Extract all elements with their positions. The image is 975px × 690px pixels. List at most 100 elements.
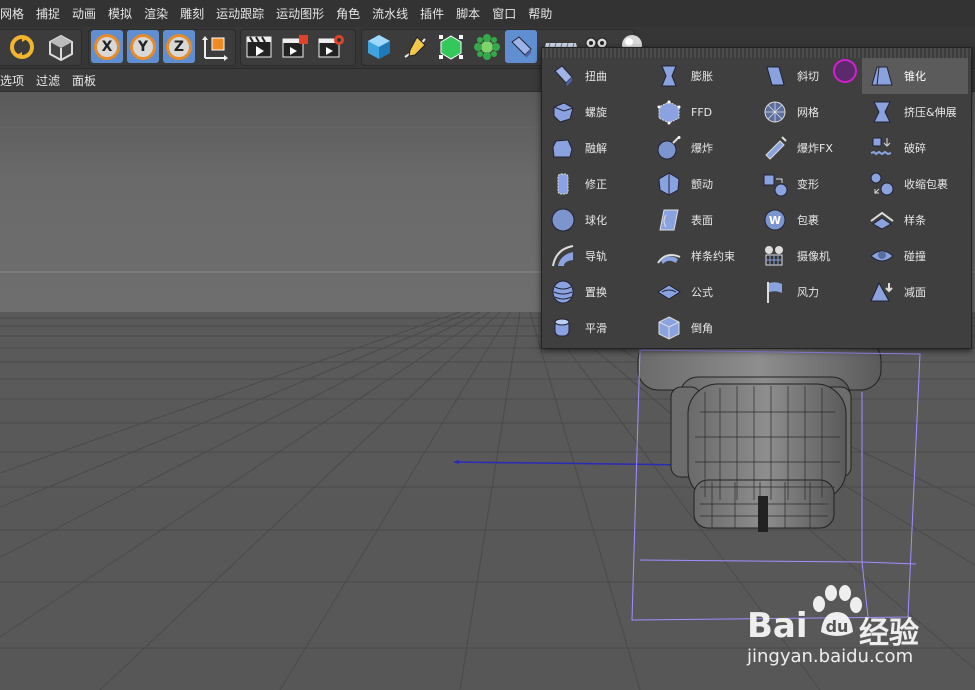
deformer-wrap[interactable]: W 包裹	[755, 202, 861, 238]
axis-z-button[interactable]: Z	[163, 30, 195, 63]
mograph-cloner-icon[interactable]	[471, 30, 503, 63]
polygon-reduction-icon	[868, 278, 896, 306]
deformer-wind[interactable]: 风力	[755, 274, 861, 310]
render-view-icon[interactable]	[243, 30, 275, 63]
deformer-column-3: 斜切 网格 爆炸FX 变形 W 包裹 摄像机 风力	[755, 58, 861, 310]
watermark-url: jingyan.baidu.com	[747, 646, 914, 667]
spherify-icon	[549, 206, 577, 234]
deformer-shatter[interactable]: 破碎	[862, 130, 968, 166]
shrink-wrap-icon	[868, 170, 896, 198]
wrap-icon: W	[761, 206, 789, 234]
pen-spline-icon[interactable]	[399, 30, 431, 63]
explosion-fx-icon	[761, 134, 789, 162]
taper-icon	[868, 62, 896, 90]
deformer-bulge[interactable]: 膨胀	[649, 58, 755, 94]
camera-deformer-icon	[761, 242, 789, 270]
coordinate-system-icon[interactable]	[199, 30, 231, 63]
deformer-twist[interactable]: 扭曲	[543, 58, 649, 94]
squash-stretch-icon	[868, 98, 896, 126]
svg-text:du: du	[826, 617, 849, 636]
menu-window[interactable]: 窗口	[486, 5, 522, 22]
menu-snap[interactable]: 捕捉	[30, 5, 66, 22]
deformer-spline[interactable]: 样条	[862, 202, 968, 238]
rotate-refresh-icon[interactable]	[6, 30, 38, 63]
deformer-smoothing[interactable]: 平滑	[543, 310, 649, 346]
deformer-spherify[interactable]: 球化	[543, 202, 649, 238]
baidu-paw-icon: du	[813, 585, 862, 636]
menu-character[interactable]: 角色	[330, 5, 366, 22]
deformer-palette-popup: 扭曲 螺旋 融解 修正 球化 导轨 置换 平滑 膨胀 FFD 爆炸 颤动 表面 …	[541, 47, 972, 349]
deformer-correction[interactable]: 修正	[543, 166, 649, 202]
shatter-icon	[868, 134, 896, 162]
deformer-polygon-reduction[interactable]: 减面	[862, 274, 968, 310]
main-menubar: 网格 捕捉 动画 模拟 渲染 雕刻 运动跟踪 运动图形 角色 流水线 插件 脚本…	[0, 0, 975, 27]
deformer-bevel[interactable]: 倒角	[649, 310, 755, 346]
viewport-menu-panel[interactable]: 面板	[66, 72, 102, 89]
palette-grip[interactable]	[542, 48, 971, 58]
deformer-camera[interactable]: 摄像机	[755, 238, 861, 274]
axis-z-label: Z	[166, 33, 192, 60]
displacer-icon	[549, 278, 577, 306]
generator-nurbs-icon[interactable]	[435, 30, 467, 63]
twist-icon	[549, 62, 577, 90]
axis-y-label: Y	[130, 33, 156, 60]
object-cube-icon[interactable]	[45, 30, 77, 63]
axis-y-button[interactable]: Y	[127, 30, 159, 63]
menu-motion-tracker[interactable]: 运动跟踪	[210, 5, 270, 22]
menu-render[interactable]: 渲染	[138, 5, 174, 22]
deformer-squash-stretch[interactable]: 挤压&伸展	[862, 94, 968, 130]
menu-simulate[interactable]: 模拟	[102, 5, 138, 22]
viewport-menu-filter[interactable]: 过滤	[30, 72, 66, 89]
spline-wrap-icon	[655, 242, 683, 270]
deformer-shrink-wrap[interactable]: 收缩包裹	[862, 166, 968, 202]
menu-script[interactable]: 脚本	[450, 5, 486, 22]
deformer-bend-icon[interactable]	[505, 30, 537, 63]
menu-mesh[interactable]: 网格	[0, 5, 30, 22]
deformer-explosion[interactable]: 爆炸	[649, 130, 755, 166]
axis-x-button[interactable]: X	[91, 30, 123, 63]
spiral-icon	[549, 98, 577, 126]
menu-plugins[interactable]: 插件	[414, 5, 450, 22]
smoothing-icon	[549, 314, 577, 342]
deformer-rail[interactable]: 导轨	[543, 238, 649, 274]
deformer-formula[interactable]: 公式	[649, 274, 755, 310]
melt-icon	[549, 134, 577, 162]
viewport-menu-options[interactable]: 选项	[0, 72, 30, 89]
wind-flag-icon	[761, 278, 789, 306]
surface-icon	[655, 206, 683, 234]
baidu-jingyan-watermark: Bai du 经验 jingyan.baidu.com	[745, 582, 975, 682]
mesh-deformer-icon	[761, 98, 789, 126]
deformer-explosion-fx[interactable]: 爆炸FX	[755, 130, 861, 166]
deformer-morph[interactable]: 变形	[755, 166, 861, 202]
rail-icon	[549, 242, 577, 270]
deformer-taper-label: 锥化	[904, 70, 926, 83]
deformer-spline-wrap[interactable]: 样条约束	[649, 238, 755, 274]
menu-pipeline[interactable]: 流水线	[366, 5, 414, 22]
menu-mograph[interactable]: 运动图形	[270, 5, 330, 22]
deformer-ffd[interactable]: FFD	[649, 94, 755, 130]
deformer-taper[interactable]: 锥化	[862, 58, 968, 94]
deformer-surface[interactable]: 表面	[649, 202, 755, 238]
bulge-icon	[655, 62, 683, 90]
deformer-mesh[interactable]: 网格	[755, 94, 861, 130]
spline-deformer-icon	[868, 206, 896, 234]
deformer-column-4: 锥化 挤压&伸展 破碎 收缩包裹 样条 碰撞 减面	[862, 58, 968, 310]
jiggle-icon	[655, 170, 683, 198]
cube-primitive-icon[interactable]	[363, 30, 395, 63]
formula-icon	[655, 278, 683, 306]
deformer-column-2: 膨胀 FFD 爆炸 颤动 表面 样条约束 公式 倒角	[649, 58, 755, 346]
deformer-column-1: 扭曲 螺旋 融解 修正 球化 导轨 置换 平滑	[543, 58, 649, 346]
correction-icon	[549, 170, 577, 198]
deformer-displacer[interactable]: 置换	[543, 274, 649, 310]
menu-help[interactable]: 帮助	[522, 5, 558, 22]
deformer-jiggle[interactable]: 颤动	[649, 166, 755, 202]
axis-x-label: X	[94, 33, 120, 60]
menu-sculpt[interactable]: 雕刻	[174, 5, 210, 22]
deformer-melt[interactable]: 融解	[543, 130, 649, 166]
watermark-brand-left: Bai	[747, 606, 808, 646]
render-picture-viewer-icon[interactable]	[279, 30, 311, 63]
menu-animate[interactable]: 动画	[66, 5, 102, 22]
deformer-collision[interactable]: 碰撞	[862, 238, 968, 274]
render-settings-icon[interactable]	[315, 30, 347, 63]
deformer-spiral[interactable]: 螺旋	[543, 94, 649, 130]
